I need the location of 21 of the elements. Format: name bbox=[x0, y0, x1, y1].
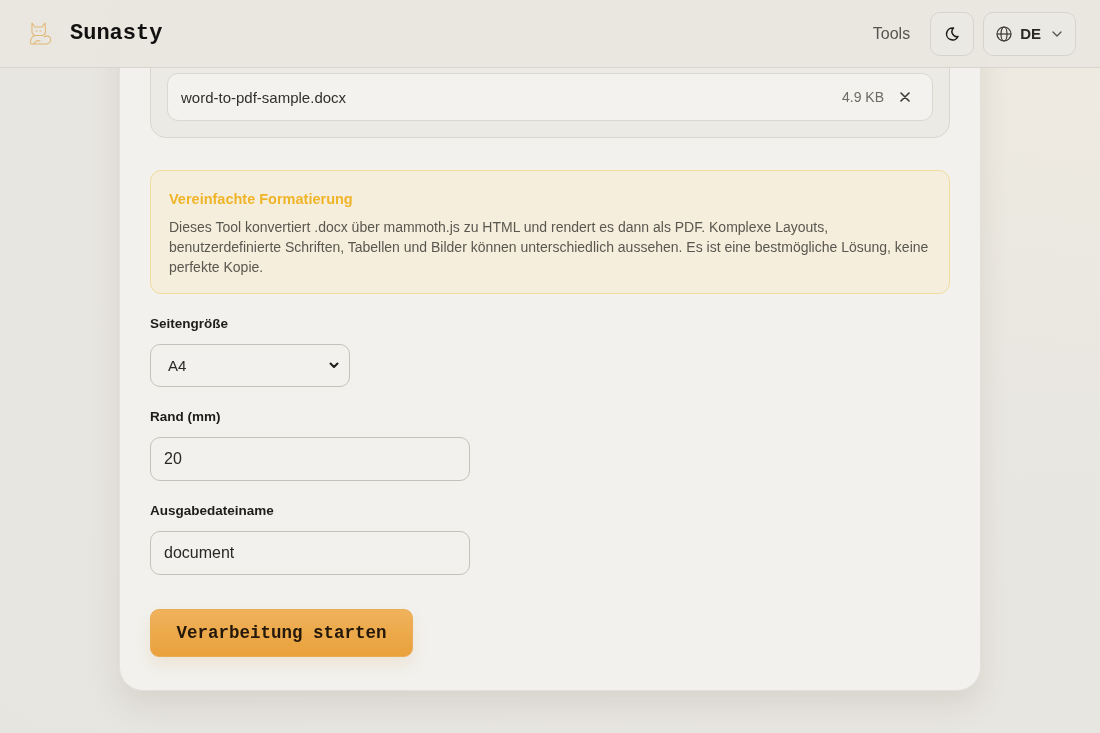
filename-input[interactable]: document bbox=[150, 531, 470, 575]
field-label: Seitengröße bbox=[150, 315, 228, 333]
file-size: 4.9 KB bbox=[841, 89, 884, 105]
file-name: word-to-pdf-sample.docx bbox=[181, 88, 347, 106]
field-label: Ausgabedateiname bbox=[150, 502, 274, 520]
notice-title: Vereinfachte Formatierung bbox=[169, 190, 354, 209]
start-processing-button[interactable]: Verarbeitung starten bbox=[150, 609, 413, 657]
moon-icon bbox=[945, 26, 960, 41]
cat-icon bbox=[27, 20, 53, 47]
language-button[interactable]: DE bbox=[983, 11, 1076, 56]
chevron-down-icon bbox=[1052, 30, 1062, 37]
globe-icon bbox=[996, 25, 1013, 42]
theme-toggle-button[interactable] bbox=[930, 11, 975, 56]
chevron-down-icon bbox=[329, 362, 339, 369]
notice-text: Dieses Tool konvertiert .docx über mammoth.js zu HTML und rendert es dann als PDF. Komplexe Layouts, benutzerdefinierte Schriften, Tabellen und Bilder können unterschiedlich aussehen. Es ist eine bestmögliche Lösung, keine perfekte Kopie. bbox=[169, 218, 930, 277]
margin-input[interactable]: 20 bbox=[150, 437, 470, 481]
brand-name[interactable]: Sunasty bbox=[70, 21, 163, 46]
nav-link[interactable]: Tools bbox=[872, 24, 911, 43]
close-icon bbox=[900, 92, 910, 102]
page-size-select[interactable]: A4 bbox=[150, 344, 350, 387]
field-label: Rand (mm) bbox=[150, 408, 221, 426]
